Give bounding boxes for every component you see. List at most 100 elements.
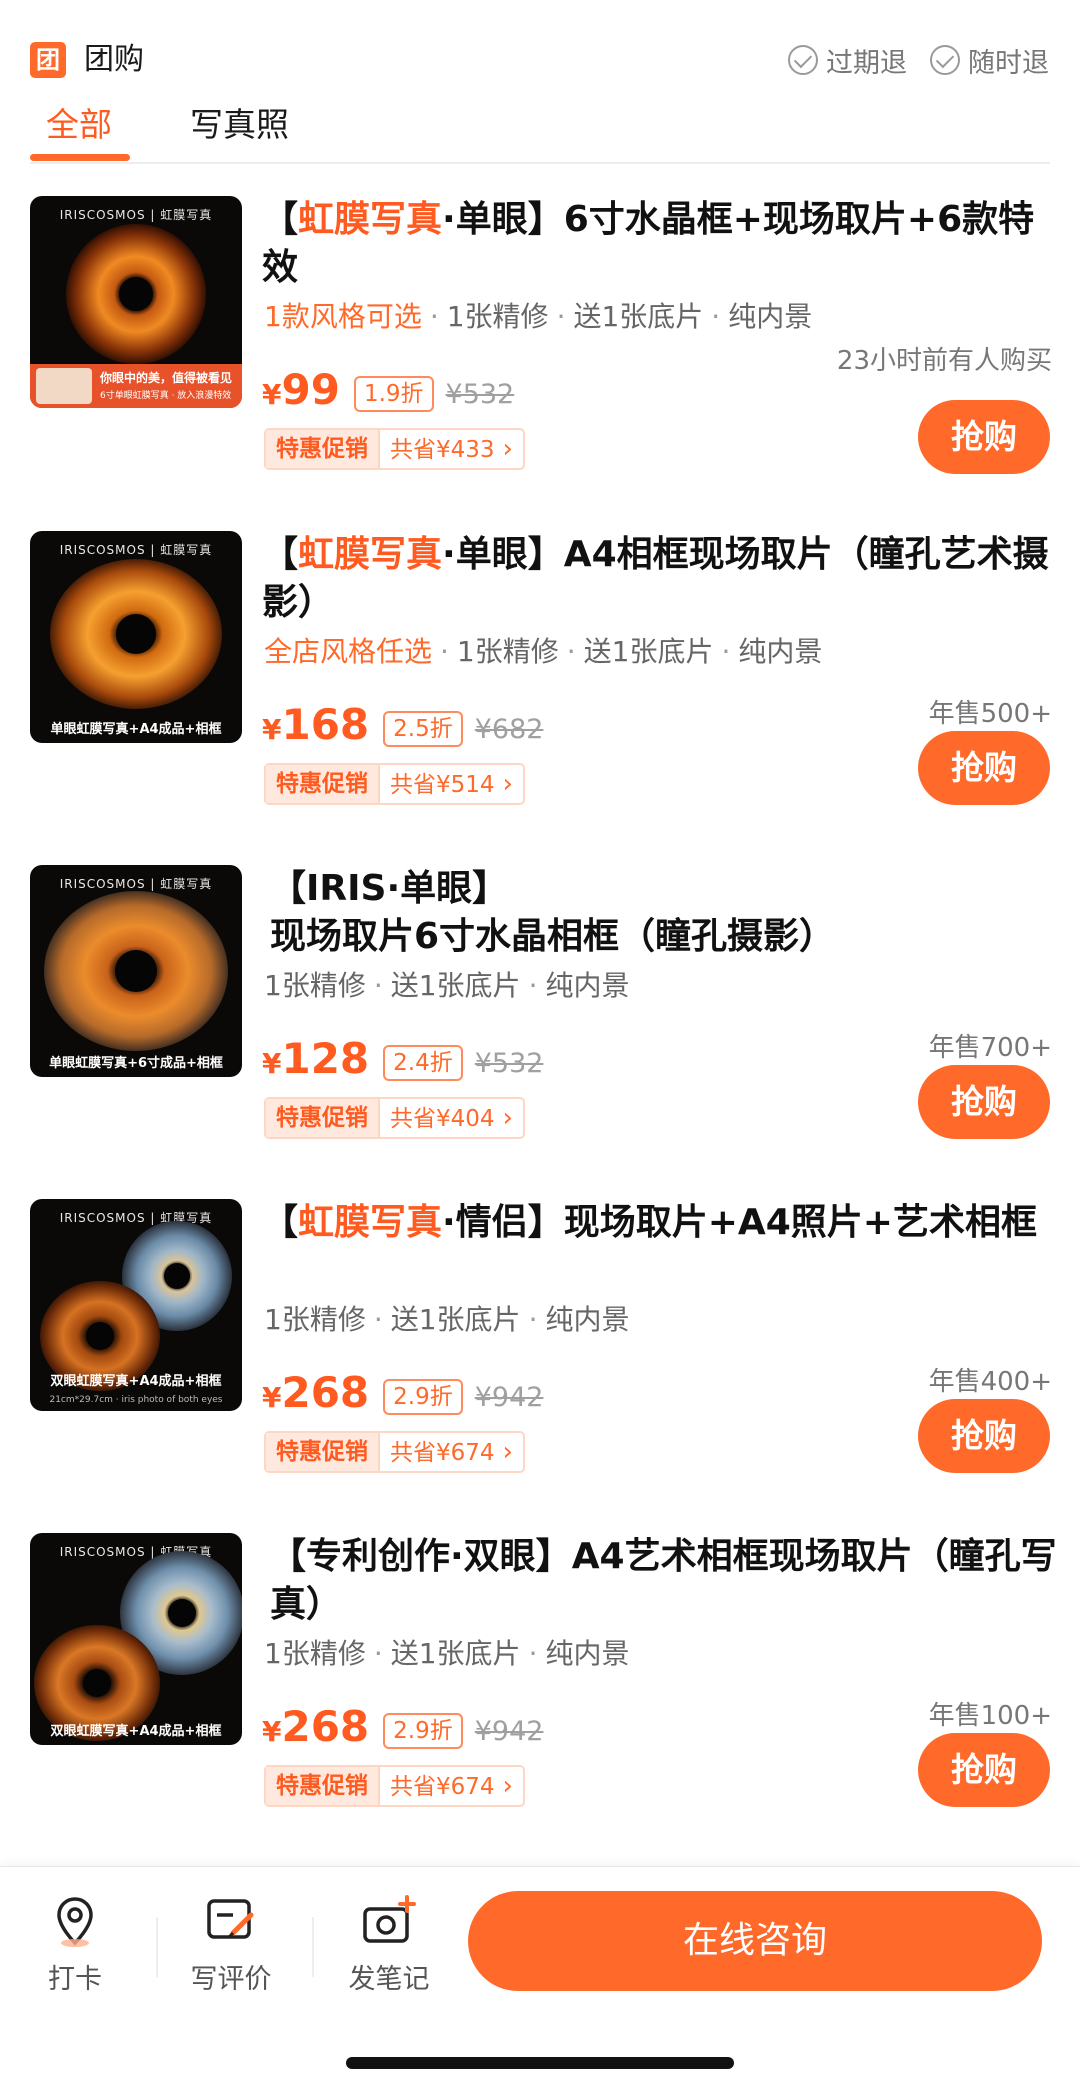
thumb-caption: 单眼虹膜写真+6寸成品+相框	[49, 1056, 223, 1071]
product-thumbnail[interactable]: IRISCOSMOS | 虹膜写真 单眼虹膜写真+6寸成品+相框	[30, 865, 242, 1077]
thumb-brand: IRISCOSMOS | 虹膜写真	[59, 208, 213, 222]
original-price: ¥942	[474, 1716, 544, 1747]
promo-tag[interactable]: 特惠促销 共省¥514	[264, 763, 525, 805]
current-price: ¥168	[262, 700, 370, 749]
product-meta: 1张精修 · 送1张底片 · 纯内景	[264, 1303, 630, 1336]
product-title[interactable]: 【专利创作·双眼】A4艺术相框现场取片（瞳孔写真）	[270, 1533, 1060, 1629]
current-price: ¥268	[262, 1368, 370, 1417]
policy-label: 过期退	[826, 47, 907, 79]
current-price: ¥128	[262, 1034, 370, 1083]
product-item[interactable]: IRISCOSMOS | 虹膜写真 你眼中的美，值得被看见 6寸单眼虹膜写真 ·…	[0, 196, 1080, 530]
header: 团 团购 过期退 随时退 全部 写真照	[0, 0, 1080, 200]
product-thumbnail[interactable]: IRISCOSMOS | 虹膜写真 你眼中的美，值得被看见 6寸单眼虹膜写真 ·…	[30, 196, 242, 408]
thumb-brand: IRISCOSMOS | 虹膜写真	[59, 543, 213, 557]
original-price: ¥532	[474, 1048, 544, 1079]
price-row: ¥99 1.9折 ¥532	[262, 365, 515, 418]
promo-savings: 共省¥404	[378, 1099, 523, 1137]
sales-info: 年售400+	[928, 1367, 1052, 1397]
home-indicator	[346, 2057, 734, 2069]
product-meta: 1张精修 · 送1张底片 · 纯内景	[264, 1637, 630, 1670]
thumb-brand: IRISCOSMOS | 虹膜写真	[59, 877, 213, 891]
product-title[interactable]: 【IRIS·单眼】现场取片6寸水晶相框（瞳孔摄影）	[270, 865, 1060, 961]
price-row: ¥268 2.9折 ¥942	[262, 1368, 544, 1421]
product-item[interactable]: IRISCOSMOS | 虹膜写真 单眼虹膜写真+6寸成品+相框 【IRIS·单…	[0, 865, 1080, 1199]
checkin-button[interactable]: 打卡	[20, 1893, 130, 1996]
location-pin-icon	[47, 1893, 103, 1949]
buy-button[interactable]: 抢购	[918, 1733, 1050, 1807]
current-price: ¥99	[262, 365, 340, 414]
product-title[interactable]: 【虹膜写真·单眼】6寸水晶框+现场取片+6款特效	[262, 196, 1052, 292]
check-circle-icon	[788, 45, 818, 75]
original-price: ¥942	[474, 1382, 544, 1413]
buy-button[interactable]: 抢购	[918, 1065, 1050, 1139]
policy-label: 随时退	[968, 47, 1049, 79]
thumb-brand: IRISCOSMOS | 虹膜写真	[59, 1211, 213, 1225]
promo-savings: 共省¥674	[378, 1767, 523, 1805]
promo-tag[interactable]: 特惠促销 共省¥404	[264, 1097, 525, 1139]
thumb-caption: 单眼虹膜写真+A4成品+相框	[50, 722, 222, 737]
iris-image	[66, 224, 206, 364]
current-price: ¥268	[262, 1702, 370, 1751]
thumb-caption: 双眼虹膜写真+A4成品+相框	[50, 1374, 222, 1389]
original-price: ¥532	[445, 379, 515, 410]
buy-button[interactable]: 抢购	[918, 1399, 1050, 1473]
promo-tag[interactable]: 特惠促销 共省¥674	[264, 1765, 525, 1807]
price-row: ¥128 2.4折 ¥532	[262, 1034, 544, 1087]
tab-all[interactable]: 全部	[46, 102, 112, 148]
thumb-caption: 双眼虹膜写真+A4成品+相框	[50, 1724, 222, 1739]
discount-badge: 2.9折	[383, 1713, 463, 1749]
original-price: ¥682	[474, 714, 544, 745]
product-title[interactable]: 【虹膜写真·单眼】A4相框现场取片（瞳孔艺术摄影）	[262, 531, 1052, 627]
checkin-label: 打卡	[48, 1964, 102, 1995]
divider	[156, 1917, 158, 1977]
promo-label: 特惠促销	[266, 765, 378, 803]
camera-plus-icon	[361, 1893, 417, 1949]
buy-button[interactable]: 抢购	[918, 400, 1050, 474]
product-title[interactable]: 【虹膜写真·情侣】现场取片+A4照片+艺术相框	[262, 1199, 1052, 1247]
product-meta: 全店风格任选 · 1张精修 · 送1张底片 · 纯内景	[264, 635, 823, 668]
promo-label: 特惠促销	[266, 1767, 378, 1805]
post-note-button[interactable]: 发笔记	[334, 1893, 444, 1996]
tab-portrait[interactable]: 写真照	[190, 102, 289, 148]
product-meta: 1张精修 · 送1张底片 · 纯内景	[264, 969, 630, 1002]
bottom-action-bar: 打卡 写评价 发笔记 在线咨询	[0, 1866, 1080, 2075]
active-tab-indicator	[30, 154, 130, 161]
promo-label: 特惠促销	[266, 1099, 378, 1137]
promo-savings: 共省¥433	[378, 430, 523, 468]
divider	[312, 1917, 314, 1977]
product-meta: 1款风格可选 · 1张精修 · 送1张底片 · 纯内景	[264, 300, 813, 333]
promo-savings: 共省¥514	[378, 765, 523, 803]
sales-info: 23小时前有人购买	[836, 346, 1052, 376]
promo-label: 特惠促销	[266, 1433, 378, 1471]
buy-button[interactable]: 抢购	[918, 731, 1050, 805]
price-row: ¥168 2.5折 ¥682	[262, 700, 544, 753]
product-thumbnail[interactable]: IRISCOSMOS | 虹膜写真 单眼虹膜写真+A4成品+相框	[30, 531, 242, 743]
online-consult-button[interactable]: 在线咨询	[468, 1891, 1042, 1991]
price-row: ¥268 2.9折 ¥942	[262, 1702, 544, 1755]
iris-image	[44, 891, 228, 1051]
discount-badge: 1.9折	[353, 376, 434, 412]
thumb-banner: 你眼中的美，值得被看见 6寸单眼虹膜写真 · 放入浪漫特效	[30, 364, 242, 408]
product-item[interactable]: IRISCOSMOS | 虹膜写真 双眼虹膜写真+A4成品+相框 【专利创作·双…	[0, 1533, 1080, 1867]
page-title: 团购	[84, 42, 144, 77]
discount-badge: 2.4折	[383, 1045, 463, 1081]
note-label: 发笔记	[348, 1964, 430, 1995]
check-circle-icon	[930, 45, 960, 75]
promo-tag[interactable]: 特惠促销 共省¥674	[264, 1431, 525, 1473]
sales-info: 年售500+	[928, 699, 1052, 729]
promo-savings: 共省¥674	[378, 1433, 523, 1471]
discount-badge: 2.5折	[383, 711, 463, 747]
policy-expired-refund: 过期退	[788, 38, 907, 82]
product-thumbnail[interactable]: IRISCOSMOS | 虹膜写真 双眼虹膜写真+A4成品+相框	[30, 1533, 242, 1745]
category-tabs: 全部 写真照	[30, 98, 1050, 164]
product-item[interactable]: IRISCOSMOS | 虹膜写真 单眼虹膜写真+A4成品+相框 【虹膜写真·单…	[0, 531, 1080, 865]
sales-info: 年售100+	[928, 1701, 1052, 1731]
discount-badge: 2.9折	[383, 1379, 463, 1415]
edit-review-icon	[203, 1893, 259, 1949]
promo-tag[interactable]: 特惠促销 共省¥433	[264, 428, 525, 470]
write-review-button[interactable]: 写评价	[176, 1893, 286, 1996]
product-thumbnail[interactable]: IRISCOSMOS | 虹膜写真 双眼虹膜写真+A4成品+相框 21cm*29…	[30, 1199, 242, 1411]
group-buy-icon: 团	[30, 42, 66, 78]
product-item[interactable]: IRISCOSMOS | 虹膜写真 双眼虹膜写真+A4成品+相框 21cm*29…	[0, 1199, 1080, 1533]
sales-info: 年售700+	[928, 1033, 1052, 1063]
